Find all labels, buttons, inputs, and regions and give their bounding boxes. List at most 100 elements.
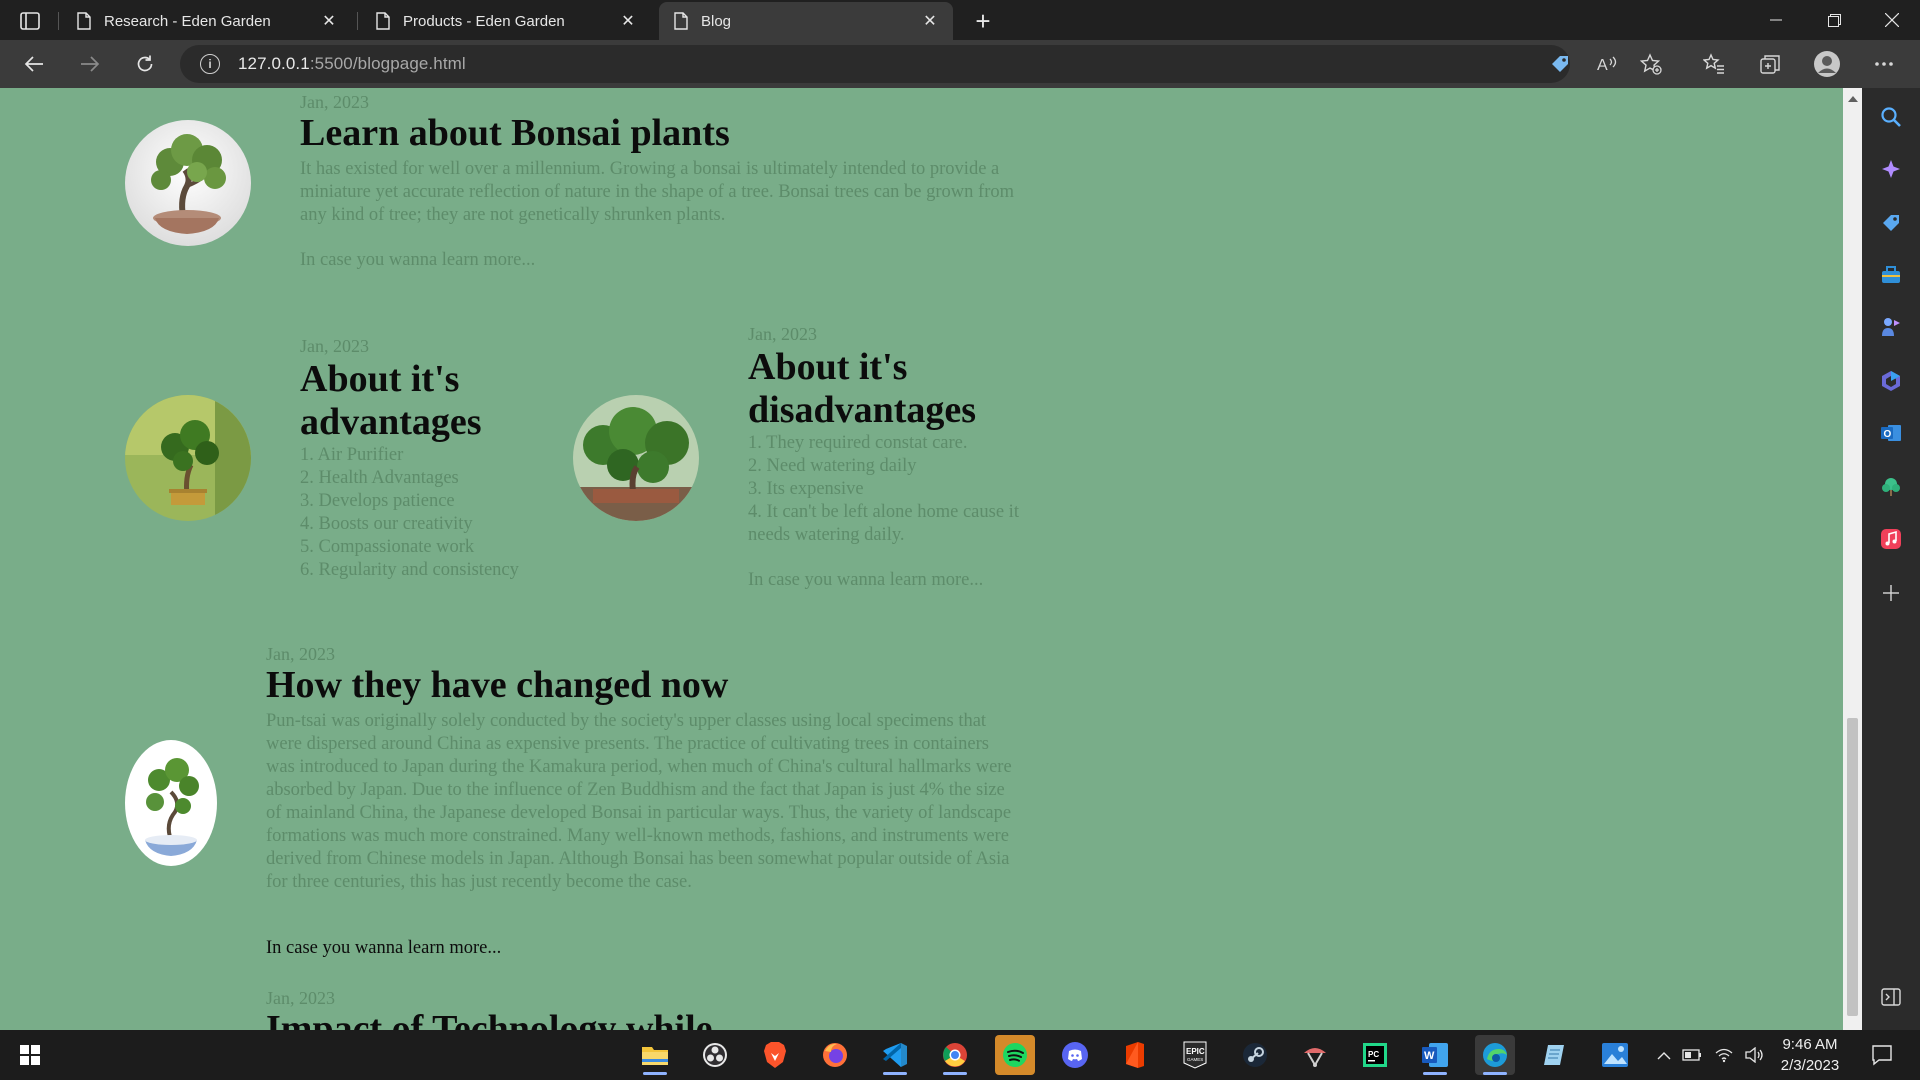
tab-actions-icon[interactable] [12,8,48,34]
learn-more-link[interactable]: In case you wanna learn more... [300,250,535,271]
title-line: advantages [300,401,482,443]
tab-separator [357,12,358,30]
photos-icon[interactable] [1595,1035,1635,1075]
text-line: derived from Chinese models in Japan. Al… [266,849,1010,869]
svg-text:W: W [1424,1050,1435,1062]
notifications-icon[interactable] [1862,1035,1902,1075]
word-icon[interactable]: W [1415,1035,1455,1075]
read-aloud-icon[interactable]: A [1589,48,1625,80]
games-icon[interactable] [1878,314,1904,340]
hide-sidebar-icon[interactable] [1878,984,1904,1010]
start-button[interactable] [10,1035,50,1075]
tab-products[interactable]: Products - Eden Garden ✕ [361,2,651,40]
bonsai-image [573,395,699,521]
close-window-button[interactable] [1864,0,1920,40]
brave-icon[interactable] [755,1035,795,1075]
post-date: Jan, 2023 [266,988,335,1008]
close-tab-icon[interactable]: ✕ [619,12,637,30]
site-info-icon[interactable]: i [200,54,220,74]
title-line: About it's [300,358,460,400]
bonsai-image [125,740,217,866]
svg-text:A: A [1597,57,1608,74]
network-app-icon[interactable] [1295,1035,1335,1075]
favorites-icon[interactable] [1696,48,1732,80]
post-body: Pun-tsai was originally solely conducted… [266,710,1096,894]
windows-taskbar: EPIC GAMES PC W 9:46 AM 2/3/2023 [0,1030,1920,1080]
tab-blog[interactable]: Blog ✕ [659,2,953,40]
epic-games-icon[interactable]: EPIC GAMES [1175,1035,1215,1075]
steam-icon[interactable] [1235,1035,1275,1075]
tab-title: Research - Eden Garden [104,12,271,30]
learn-more-link[interactable]: In case you wanna learn more... [266,938,501,959]
add-favorite-icon[interactable] [1633,48,1669,80]
volume-icon[interactable] [1740,1035,1768,1075]
office-icon[interactable] [1115,1035,1155,1075]
add-sidebar-app-icon[interactable] [1878,580,1904,606]
text-line: Pun-tsai was originally solely conducted… [266,711,987,731]
firefox-icon[interactable] [815,1035,855,1075]
text-line: any kind of tree; they are not genetical… [300,205,726,225]
post-title: Learn about Bonsai plants [300,112,730,154]
file-explorer-icon[interactable] [635,1035,675,1075]
scrollbar-thumb[interactable] [1847,718,1858,1016]
forward-button[interactable] [72,48,108,80]
pycharm-icon[interactable]: PC [1355,1035,1395,1075]
notepad-icon[interactable] [1535,1035,1575,1075]
page-icon [674,12,688,30]
show-hidden-icons-chevron-icon[interactable] [1652,1035,1676,1075]
close-tab-icon[interactable]: ✕ [921,12,939,30]
list-item: 6. Regularity and consistency [300,560,519,580]
advantages-list: 1. Air Purifier 2. Health Advantages 3. … [300,444,519,582]
post-date: Jan, 2023 [266,644,335,664]
obs-icon[interactable] [695,1035,735,1075]
collections-icon[interactable] [1752,48,1788,80]
list-item: 5. Compassionate work [300,537,475,557]
page-content: Jan, 2023 Learn about Bonsai plants It h… [0,88,1843,1030]
url-path: :5500/blogpage.html [309,54,466,73]
page-scrollbar[interactable] [1843,88,1862,1030]
search-icon[interactable] [1878,104,1904,130]
bonsai-image [125,395,251,521]
profile-avatar-icon[interactable] [1809,48,1845,80]
system-clock[interactable]: 9:46 AM 2/3/2023 [1770,1034,1850,1076]
list-item: 2. Health Advantages [300,468,459,488]
chrome-icon[interactable] [935,1035,975,1075]
music-icon[interactable] [1878,526,1904,552]
tab-research[interactable]: Research - Eden Garden ✕ [62,2,352,40]
tab-title: Products - Eden Garden [403,12,565,30]
list-item: 2. Need watering daily [748,456,917,476]
shopping-tag-icon[interactable] [1878,210,1904,236]
address-bar[interactable]: i 127.0.0.1:5500/blogpage.html [180,45,1570,83]
learn-more-link[interactable]: In case you wanna learn more... [748,570,983,591]
spotify-icon[interactable] [995,1035,1035,1075]
list-item: 3. Its expensive [748,479,864,499]
text-line: was introduced to Japan during the Kamak… [266,757,1012,777]
wifi-icon[interactable] [1710,1035,1738,1075]
refresh-button[interactable] [127,48,163,80]
clock-time: 9:46 AM [1782,1036,1838,1053]
tab-separator [58,12,59,30]
minimize-button[interactable] [1748,0,1804,40]
edge-icon[interactable] [1475,1035,1515,1075]
url-text[interactable]: 127.0.0.1:5500/blogpage.html [238,54,466,74]
battery-icon[interactable] [1678,1035,1706,1075]
discord-icon[interactable] [1055,1035,1095,1075]
tools-briefcase-icon[interactable] [1878,262,1904,288]
post-date: Jan, 2023 [748,324,817,344]
tree-icon[interactable] [1878,474,1904,500]
discover-sparkle-icon[interactable] [1878,156,1904,182]
new-tab-button[interactable]: + [968,6,998,36]
svg-text:PC: PC [1368,1050,1379,1059]
restore-button[interactable] [1806,0,1862,40]
vscode-icon[interactable] [875,1035,915,1075]
office-icon[interactable] [1878,368,1904,394]
back-button[interactable] [16,48,52,80]
close-tab-icon[interactable]: ✕ [320,12,338,30]
outlook-icon[interactable]: O [1878,420,1904,446]
coupon-tag-icon[interactable] [1542,48,1578,80]
scroll-up-arrow-icon[interactable] [1848,96,1858,102]
svg-text:GAMES: GAMES [1187,1057,1203,1062]
text-line: absorbed by Japan. Due to the influence … [266,780,1005,800]
list-item: 4. Boosts our creativity [300,514,473,534]
more-options-icon[interactable] [1866,48,1902,80]
